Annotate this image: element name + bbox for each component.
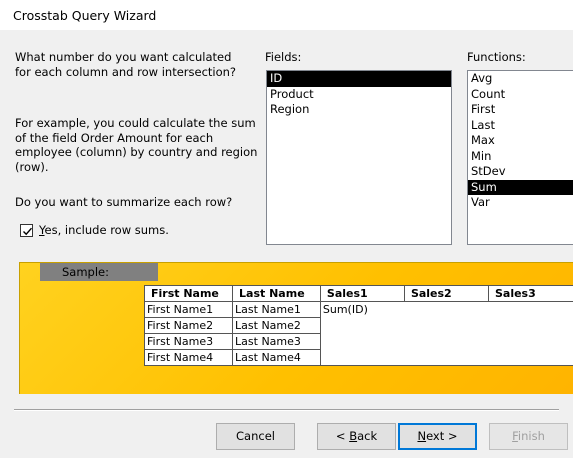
sample-cell: First Name3: [143, 333, 234, 350]
fields-label: Fields:: [265, 50, 302, 64]
title-bar: Crosstab Query Wizard: [0, 0, 573, 30]
function-item[interactable]: Var: [468, 195, 573, 211]
sample-cell: First Name4: [143, 349, 234, 366]
finish-button[interactable]: Finish: [489, 423, 568, 450]
sample-cell: Sum(ID): [319, 301, 573, 366]
sample-header-row: First Name Last Name Sales1 Sales2 Sales…: [143, 285, 573, 302]
sample-cell: Last Name3: [232, 333, 321, 350]
cancel-button[interactable]: Cancel: [216, 423, 295, 450]
row-sums-option[interactable]: Yes, include row sums.: [20, 223, 169, 237]
sample-grid: First Name Last Name Sales1 Sales2 Sales…: [143, 285, 573, 366]
window-title: Crosstab Query Wizard: [13, 8, 157, 23]
back-label-prefix: <: [335, 429, 350, 443]
function-item[interactable]: Count: [468, 87, 573, 103]
functions-label: Functions:: [467, 50, 526, 64]
function-item[interactable]: Sum: [468, 179, 573, 195]
back-label-rest: ack: [357, 429, 378, 443]
calc-question: What number do you want calculated for e…: [15, 50, 237, 79]
example-text: For example, you could calculate the sum…: [15, 116, 258, 174]
next-button[interactable]: Next >: [398, 423, 477, 450]
field-item[interactable]: Product: [267, 87, 451, 103]
sample-label: Sample:: [40, 263, 158, 281]
sample-cell: First Name2: [143, 317, 234, 334]
next-label-rest: ext >: [426, 429, 458, 443]
column-header: First Name: [143, 285, 234, 302]
row-sums-label: Yes, include row sums.: [39, 223, 169, 237]
column-header: Sales2: [403, 285, 489, 302]
field-item[interactable]: ID: [267, 71, 451, 87]
function-item[interactable]: First: [468, 102, 573, 118]
back-button[interactable]: < Back: [317, 423, 396, 450]
function-item[interactable]: Min: [468, 149, 573, 165]
checkmark-icon: [23, 227, 33, 235]
sample-cell: Last Name1: [232, 301, 321, 318]
back-label-accel: B: [349, 429, 358, 443]
summarize-question: Do you want to summarize each row?: [15, 195, 233, 209]
finish-label-rest: inish: [517, 429, 545, 443]
instructions-panel: What number do you want calculated for e…: [15, 50, 265, 79]
function-item[interactable]: Avg: [468, 71, 573, 87]
functions-listbox[interactable]: Avg Count First Last Max Min StDev Sum Var: [467, 70, 573, 245]
sample-cell: First Name1: [143, 301, 234, 318]
sample-cell: Last Name4: [232, 349, 321, 366]
column-header: Last Name: [232, 285, 321, 302]
sample-cell: Last Name2: [232, 317, 321, 334]
row-sums-label-rest: es, include row sums.: [44, 223, 169, 237]
next-label-accel: N: [417, 429, 427, 443]
row-sums-checkbox[interactable]: [20, 223, 33, 237]
column-header: Sales3: [487, 285, 573, 302]
field-item[interactable]: Region: [267, 102, 451, 118]
function-item[interactable]: Last: [468, 118, 573, 134]
function-item[interactable]: Max: [468, 133, 573, 149]
sample-row: First Name1 Last Name1 Sum(ID): [143, 301, 573, 366]
fields-listbox[interactable]: ID Product Region: [266, 70, 452, 245]
column-header: Sales1: [319, 285, 405, 302]
sample-area: Sample: First Name Last Name Sales1 Sale…: [19, 262, 573, 394]
function-item[interactable]: StDev: [468, 164, 573, 180]
separator: [14, 409, 559, 411]
